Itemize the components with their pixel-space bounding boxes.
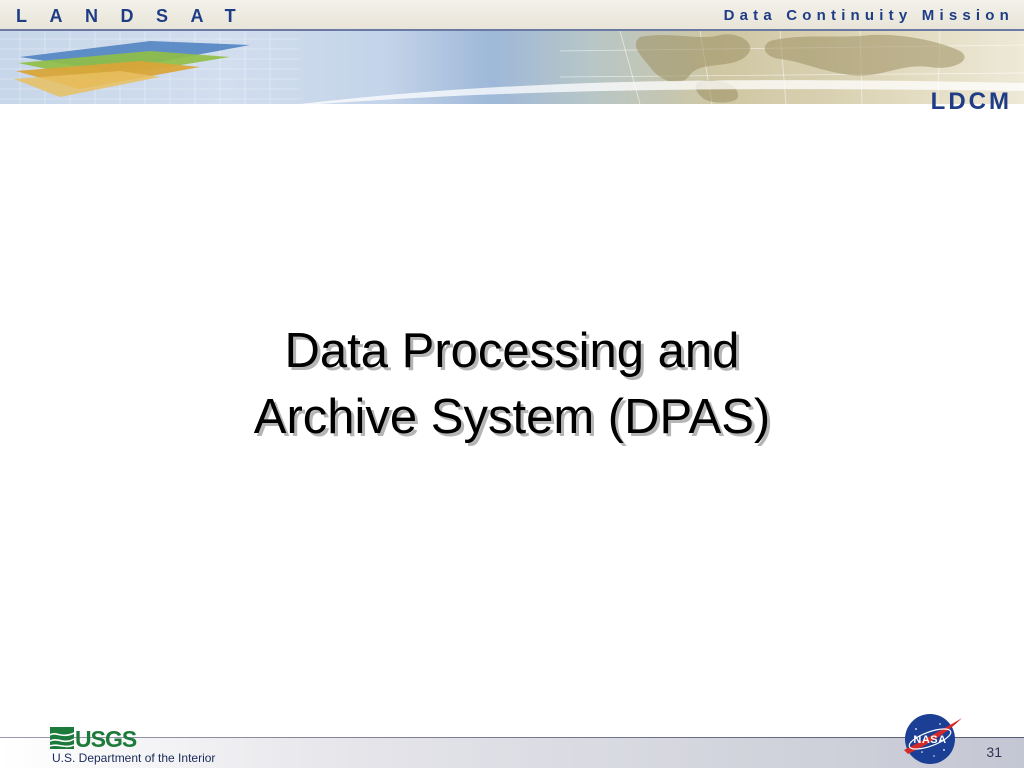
slide-header: LANDSAT Data Continuity Mission LDCM	[0, 0, 1024, 114]
map-continents	[635, 34, 965, 103]
usgs-logo-text: USGS	[75, 727, 137, 749]
slide-title: Data Processing and Archive System (DPAS…	[112, 318, 912, 450]
page-number: 31	[986, 744, 1002, 760]
department-label: U.S. Department of the Interior	[52, 751, 216, 765]
nasa-logo-text: NASA	[913, 734, 946, 746]
banner-artwork	[0, 31, 1024, 104]
slide: LANDSAT Data Continuity Mission LDCM Dat…	[0, 0, 1024, 768]
slide-title-line-2: Archive System (DPAS)	[253, 390, 771, 444]
ldcm-logo: LDCM	[930, 88, 1012, 115]
landsat-wordmark: LANDSAT	[16, 6, 259, 26]
banner-swoosh	[300, 80, 1024, 104]
usgs-logo: USGS	[50, 727, 138, 749]
nasa-logo: NASA	[904, 714, 962, 764]
mission-name: Data Continuity Mission	[723, 7, 1014, 24]
slide-title-line-1: Data Processing and	[284, 324, 740, 378]
